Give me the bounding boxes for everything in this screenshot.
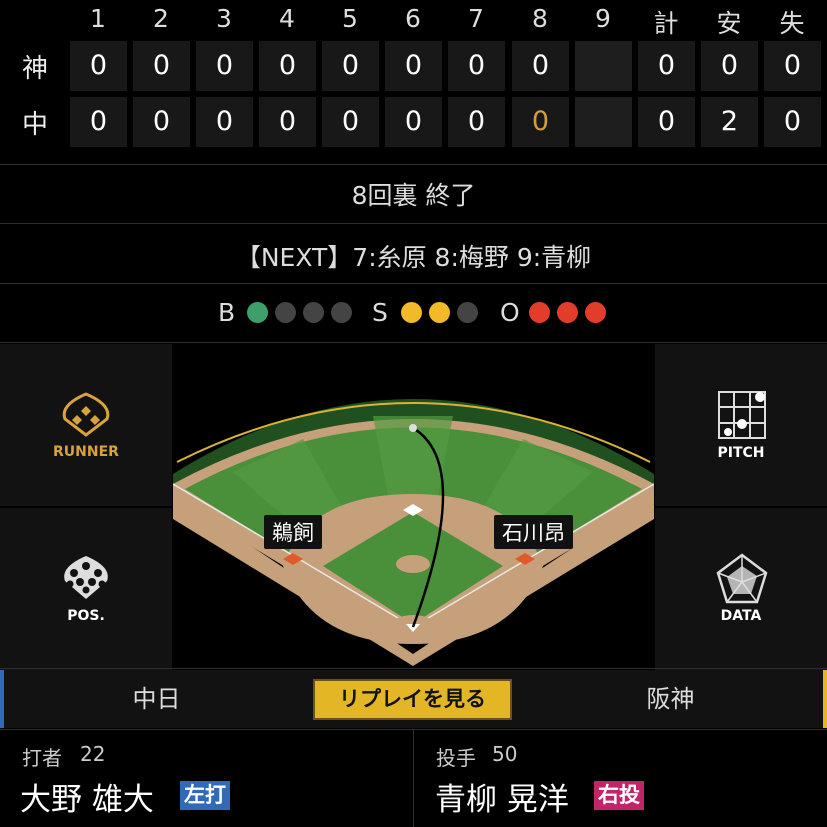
total-runs-header: 計 bbox=[653, 9, 679, 38]
next-batters: 【NEXT】7:糸原 8:梅野 9:青柳 bbox=[235, 243, 592, 272]
positions-icon bbox=[64, 556, 108, 599]
game-status: 8回裏 終了 bbox=[351, 181, 476, 210]
divider bbox=[0, 668, 827, 669]
inning-header: 3 bbox=[216, 4, 232, 33]
total-runs-cell: 0 bbox=[638, 41, 695, 91]
pitcher-name: 青柳 晃洋 bbox=[435, 782, 569, 818]
data-label: DATA bbox=[720, 608, 762, 624]
hits-cell: 2 bbox=[701, 97, 758, 147]
out-dot bbox=[585, 302, 606, 323]
inning-header: 7 bbox=[468, 4, 484, 33]
strike-dot bbox=[429, 302, 450, 323]
tab-home-team[interactable]: 中日 bbox=[0, 670, 313, 728]
inning-header: 1 bbox=[90, 4, 106, 33]
batter-name: 大野 雄大 bbox=[20, 782, 154, 818]
divider bbox=[0, 164, 827, 165]
score-cell: 0 bbox=[133, 97, 190, 147]
errors-cell: 0 bbox=[764, 41, 821, 91]
divider bbox=[0, 342, 827, 343]
batter-role: 打者 bbox=[22, 746, 62, 770]
tab-away-team-label: 阪神 bbox=[646, 685, 695, 713]
score-cell: 0 bbox=[196, 41, 253, 91]
away-team-color-bar bbox=[823, 670, 827, 728]
out-dot bbox=[529, 302, 550, 323]
inning-header: 8 bbox=[532, 4, 548, 33]
divider bbox=[0, 283, 827, 284]
score-cell: 0 bbox=[70, 97, 127, 147]
score-cell: 0 bbox=[385, 41, 442, 91]
inning-header: 6 bbox=[405, 4, 421, 33]
replay-button[interactable]: リプレイを見る bbox=[313, 679, 512, 720]
score-cell: 0 bbox=[385, 97, 442, 147]
home-team-color-bar bbox=[0, 670, 4, 728]
score-cell: 0 bbox=[259, 97, 316, 147]
pitcher-number: 50 bbox=[492, 742, 518, 766]
radar-chart-icon bbox=[716, 553, 768, 604]
score-cell bbox=[575, 97, 632, 147]
pitcher-hand-badge: 右投 bbox=[594, 781, 644, 810]
errors-header: 失 bbox=[779, 9, 805, 38]
inning-header: 4 bbox=[279, 4, 295, 33]
inning-header: 5 bbox=[342, 4, 358, 33]
runner-label: RUNNER bbox=[53, 444, 119, 460]
score-cell: 0 bbox=[322, 41, 379, 91]
score-cell-current: 0 bbox=[512, 97, 569, 147]
strike-dot bbox=[457, 302, 478, 323]
hits-header: 安 bbox=[716, 9, 742, 38]
runner-diamond-icon bbox=[62, 392, 110, 437]
team-name-home: 中 bbox=[21, 110, 48, 140]
score-cell: 0 bbox=[322, 97, 379, 147]
score-cell: 0 bbox=[448, 97, 505, 147]
positions-label: POS. bbox=[67, 608, 105, 624]
baseball-field bbox=[173, 399, 654, 666]
player-divider bbox=[413, 730, 414, 827]
pitch-grid-icon bbox=[718, 391, 766, 439]
runner-label-first: 石川昂 bbox=[494, 515, 573, 549]
errors-cell: 0 bbox=[764, 97, 821, 147]
inning-header: 9 bbox=[595, 4, 611, 33]
data-button[interactable]: DATA bbox=[655, 508, 827, 670]
score-cell: 0 bbox=[70, 41, 127, 91]
positions-button[interactable]: POS. bbox=[0, 508, 172, 670]
ball-dot bbox=[331, 302, 352, 323]
divider bbox=[0, 223, 827, 224]
total-runs-cell: 0 bbox=[638, 97, 695, 147]
pitch-button[interactable]: PITCH bbox=[655, 344, 827, 506]
strike-dot bbox=[401, 302, 422, 323]
score-cell: 0 bbox=[448, 41, 505, 91]
pitch-label: PITCH bbox=[717, 445, 765, 461]
score-cell: 0 bbox=[133, 41, 190, 91]
inning-header: 2 bbox=[153, 4, 169, 33]
score-cell bbox=[575, 41, 632, 91]
score-cell: 0 bbox=[512, 41, 569, 91]
batter-number: 22 bbox=[80, 742, 106, 766]
out-label: O bbox=[500, 298, 520, 327]
ball-landing-point bbox=[409, 424, 417, 432]
runner-button[interactable]: RUNNER bbox=[0, 344, 172, 506]
score-cell: 0 bbox=[259, 41, 316, 91]
tab-away-team[interactable]: 阪神 bbox=[514, 670, 827, 728]
team-name-away: 神 bbox=[21, 54, 48, 84]
runner-label-third: 鵜飼 bbox=[264, 515, 322, 549]
batter-hand-badge: 左打 bbox=[180, 781, 230, 810]
tab-home-team-label: 中日 bbox=[132, 685, 181, 713]
ball-dot bbox=[303, 302, 324, 323]
ball-label: B bbox=[218, 298, 236, 327]
ball-dot bbox=[247, 302, 268, 323]
hits-cell: 0 bbox=[701, 41, 758, 91]
ball-dot bbox=[275, 302, 296, 323]
score-cell: 0 bbox=[196, 97, 253, 147]
pitcher-role: 投手 bbox=[436, 746, 476, 770]
out-dot bbox=[557, 302, 578, 323]
strike-label: S bbox=[372, 298, 388, 327]
